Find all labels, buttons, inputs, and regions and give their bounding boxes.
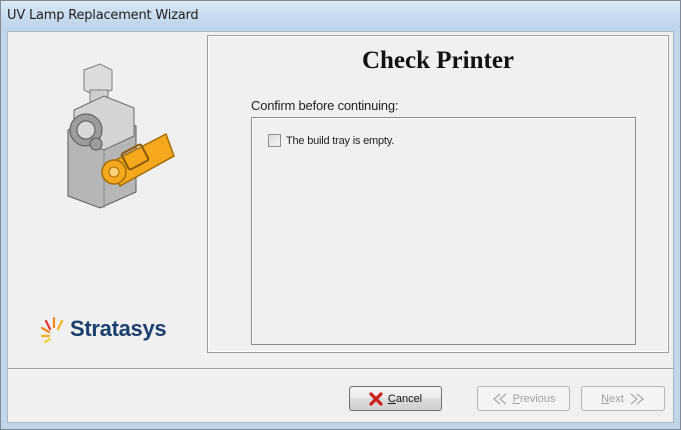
button-separator	[8, 368, 673, 370]
window-title: UV Lamp Replacement Wizard	[7, 8, 199, 23]
stratasys-logo: Stratasys	[40, 315, 167, 343]
build-tray-checkbox[interactable]	[268, 134, 281, 147]
red-x-icon	[369, 391, 383, 406]
next-button-label: Next	[601, 392, 624, 405]
wizard-window: UV Lamp Replacement Wizard Stratasys Che…	[0, 0, 681, 430]
cancel-button-label: Cancel	[387, 392, 423, 405]
cancel-button[interactable]: Cancel	[349, 386, 442, 411]
left-branding-panel: Stratasys	[8, 32, 208, 362]
chevron-right-icon	[629, 393, 645, 405]
instruction-label: Confirm before continuing:	[251, 98, 399, 113]
page-title: Check Printer	[361, 47, 515, 74]
previous-button-label: Previous	[512, 392, 556, 405]
stratasys-star-icon	[40, 316, 64, 343]
checklist-box: The build tray is empty.	[251, 117, 636, 345]
previous-button[interactable]: Previous	[477, 386, 570, 411]
wizard-client-area: Stratasys Check Printer Confirm before c…	[7, 31, 674, 423]
chevron-left-icon	[492, 393, 508, 405]
uv-lamp-illustration	[67, 63, 175, 209]
checklist-item-build-tray[interactable]: The build tray is empty.	[268, 134, 394, 147]
title-bar[interactable]: UV Lamp Replacement Wizard	[1, 1, 680, 31]
checklist-item-label: The build tray is empty.	[286, 134, 395, 147]
next-button[interactable]: Next	[581, 386, 665, 411]
logo-text: Stratasys	[70, 316, 167, 341]
content-panel: Check Printer Confirm before continuing:…	[207, 35, 669, 353]
